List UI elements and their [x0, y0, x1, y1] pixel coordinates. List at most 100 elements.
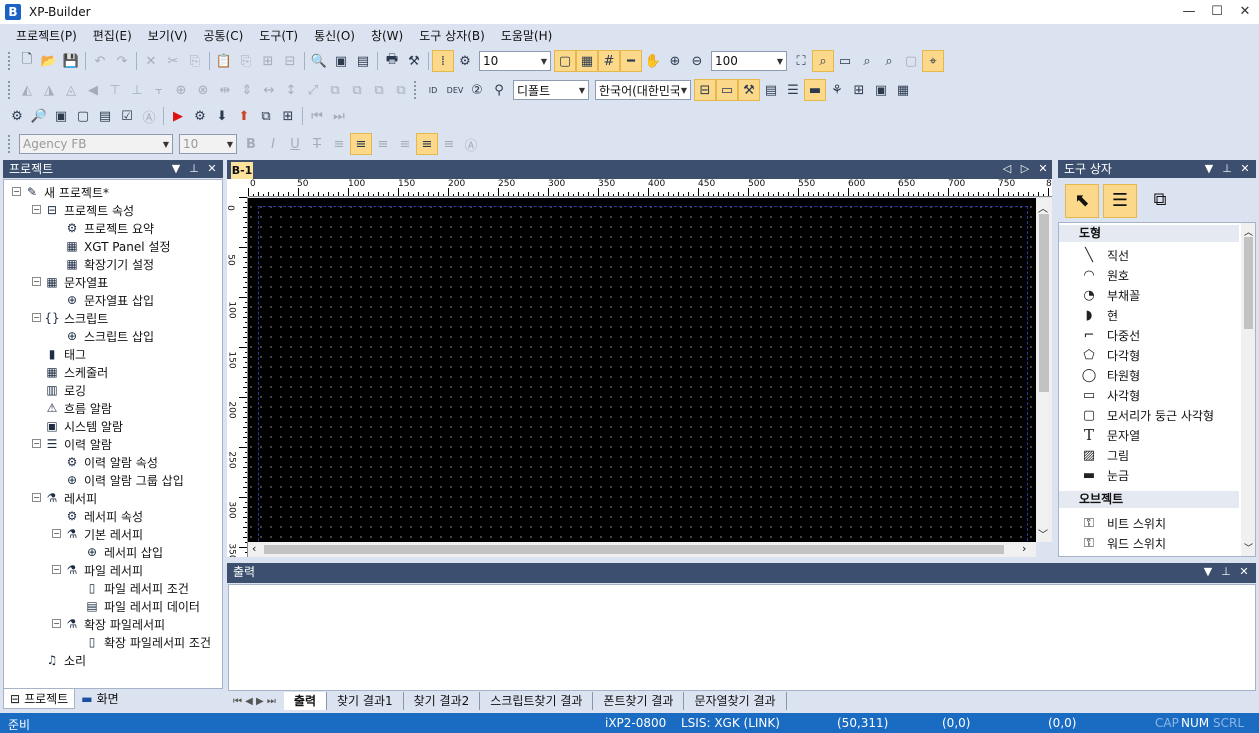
text-align-right-icon[interactable]: ≡	[372, 133, 394, 155]
tab-screen[interactable]: ▬ 화면	[75, 689, 124, 709]
bring-forward-icon[interactable]: ⧉	[368, 79, 390, 101]
font-size-select[interactable]: 10 ▼	[179, 134, 237, 154]
list-view-icon[interactable]: ☰	[1103, 184, 1137, 218]
ruler-icon[interactable]: ━	[620, 50, 642, 72]
copy-icon[interactable]: ⎘	[184, 50, 206, 72]
align-middle-icon[interactable]: ⊥	[126, 79, 148, 101]
toolbar-grip[interactable]	[8, 52, 11, 70]
tools-icon[interactable]: ⚒	[403, 50, 425, 72]
ungroup-icon[interactable]: ⊟	[279, 50, 301, 72]
toolbar-grip[interactable]	[414, 81, 417, 99]
id-icon[interactable]: ID	[422, 79, 444, 101]
grid-lines-icon[interactable]: #	[598, 50, 620, 72]
select-pointer-icon[interactable]: ⬉	[1065, 184, 1099, 218]
zoom-prev-icon[interactable]: ▢	[900, 50, 922, 72]
align-bottom-icon[interactable]: ⫟	[148, 79, 170, 101]
tree-item-insert-string-table[interactable]: ⊕ 문자열표 삽입	[64, 291, 154, 309]
check-icon[interactable]: ☑	[116, 105, 138, 127]
tab-project[interactable]: ⊟ 프로젝트	[3, 689, 76, 709]
output-icon[interactable]: ▬	[804, 79, 826, 101]
zoom-fit-icon[interactable]: ⛶	[790, 50, 812, 72]
panel-pin-icon[interactable]: ⊥	[1217, 563, 1235, 581]
flip-icon[interactable]: ◀	[82, 79, 104, 101]
tab-find-result-2[interactable]: 찾기 결과2	[404, 692, 481, 710]
tree-item-project-summary[interactable]: ⚙ 프로젝트 요약	[64, 219, 154, 237]
screen-props-icon[interactable]: ▤	[352, 50, 374, 72]
tool-image[interactable]: ▨ 그림	[1081, 445, 1129, 465]
panel-pin-icon[interactable]: ⊥	[185, 160, 203, 178]
layout-icon[interactable]: ⊞	[277, 105, 299, 127]
send-backward-icon[interactable]: ⧉	[390, 79, 412, 101]
new-screen-icon[interactable]: ▣	[330, 50, 352, 72]
menu-communication[interactable]: 통신(O)	[306, 27, 363, 44]
tab-output[interactable]: 출력	[283, 692, 328, 710]
bold-icon[interactable]: B	[240, 133, 262, 155]
target-icon[interactable]: ⌖	[922, 50, 944, 72]
tool-ellipse[interactable]: ◯ 타원형	[1081, 365, 1140, 385]
panel-dropdown-icon[interactable]: ▼	[1200, 160, 1218, 178]
cut-icon[interactable]: ✂	[162, 50, 184, 72]
collapse-toggle[interactable]: −	[32, 493, 41, 502]
scroll-down-icon[interactable]: ﹀	[1038, 526, 1048, 541]
zoom-100-icon[interactable]: ⌕	[812, 50, 834, 72]
tree-item-flow-alarm[interactable]: ⚠ 흐름 알람	[44, 399, 112, 417]
zoom-area-icon[interactable]: ⌕	[856, 50, 878, 72]
collapse-toggle[interactable]: −	[52, 565, 61, 574]
tool-line[interactable]: ╲ 직선	[1081, 245, 1129, 265]
project-tree-icon[interactable]: ⊟	[694, 79, 716, 101]
italic-icon[interactable]: I	[262, 133, 284, 155]
dev-icon[interactable]: DEV	[444, 79, 466, 101]
font-name-select[interactable]: Agency FB ▼	[19, 134, 173, 154]
tag-icon[interactable]: ⚲	[488, 79, 510, 101]
tab-font-find-result[interactable]: 폰트찾기 결과	[593, 692, 685, 710]
minimize-button[interactable]: —	[1174, 0, 1204, 24]
menu-window[interactable]: 창(W)	[363, 27, 411, 44]
device-search-icon[interactable]: 🔎	[28, 105, 50, 127]
undo-icon[interactable]: ↶	[89, 50, 111, 72]
tab-script-find-result[interactable]: 스크립트찾기 결과	[480, 692, 594, 710]
grid-size-select[interactable]: 10 ▼	[479, 51, 551, 71]
object-list-icon[interactable]: ▣	[870, 79, 892, 101]
collapse-toggle[interactable]: −	[12, 187, 21, 196]
toolbar-grip[interactable]	[8, 81, 11, 99]
menu-common[interactable]: 공통(C)	[195, 27, 251, 44]
collapse-toggle[interactable]: −	[32, 313, 41, 322]
snap-object-icon[interactable]: ▢	[554, 50, 576, 72]
tree-item-expansion-settings[interactable]: ▦ 확장기기 설정	[64, 255, 154, 273]
paste-special-icon[interactable]: ⎘	[235, 50, 257, 72]
collapse-toggle[interactable]: −	[32, 439, 41, 448]
table-icon[interactable]: ▦	[892, 79, 914, 101]
menu-toolbox[interactable]: 도구 상자(B)	[411, 27, 493, 44]
group-icon[interactable]: ⊞	[257, 50, 279, 72]
tree-item-file-recipe[interactable]: ⚗ 파일 레서피	[64, 561, 143, 579]
new-project-icon[interactable]: 🗋	[16, 50, 38, 72]
scroll-up-icon[interactable]: ︿	[1038, 200, 1048, 215]
same-height-icon[interactable]: ↕	[280, 79, 302, 101]
tool-rectangle[interactable]: ▭ 사각형	[1081, 385, 1140, 405]
tree-item-system-alarm[interactable]: ▣ 시스템 알람	[44, 417, 123, 435]
zoom-out-icon[interactable]: ⊖	[686, 50, 708, 72]
download-icon[interactable]: ⬇	[211, 105, 233, 127]
run-simulator-icon[interactable]: ▶	[167, 105, 189, 127]
tab-nav-icon[interactable]: ⏮ ◀ ▶ ⏭	[233, 696, 276, 707]
tree-item-extended-file-recipe[interactable]: ⚗ 확장 파일레서피	[64, 615, 166, 633]
print-icon[interactable]: 🖶	[381, 50, 403, 72]
compare-icon[interactable]: ⧉	[255, 105, 277, 127]
tool-word-switch[interactable]: ⚿ 워드 스위치	[1081, 533, 1166, 553]
toolbox-scrollbar[interactable]: ︿ ﹀	[1241, 223, 1255, 556]
tab-b1[interactable]: B-1	[231, 162, 253, 179]
hand-pan-icon[interactable]: ✋	[642, 50, 664, 72]
tree-item-history-alarm-properties[interactable]: ⚙ 이력 알람 속성	[64, 453, 158, 471]
collapse-toggle[interactable]: −	[32, 205, 41, 214]
text-align-center-icon[interactable]: ≡	[350, 133, 372, 155]
screen-capture-icon[interactable]: ▣	[50, 105, 72, 127]
align-left-icon[interactable]: ◭	[16, 79, 38, 101]
same-size-icon[interactable]: ⤢	[302, 79, 324, 101]
close-button[interactable]: ✕	[1230, 0, 1259, 24]
tree-item-insert-recipe[interactable]: ⊕ 레서피 삽입	[84, 543, 163, 561]
maximize-button[interactable]: ☐	[1202, 0, 1232, 24]
distribute-h-icon[interactable]: ⇹	[214, 79, 236, 101]
grid-dots-icon[interactable]: ⁞	[432, 50, 454, 72]
toolbox-section-shapes[interactable]: 도형	[1059, 225, 1239, 242]
menu-edit[interactable]: 편집(E)	[85, 27, 140, 44]
